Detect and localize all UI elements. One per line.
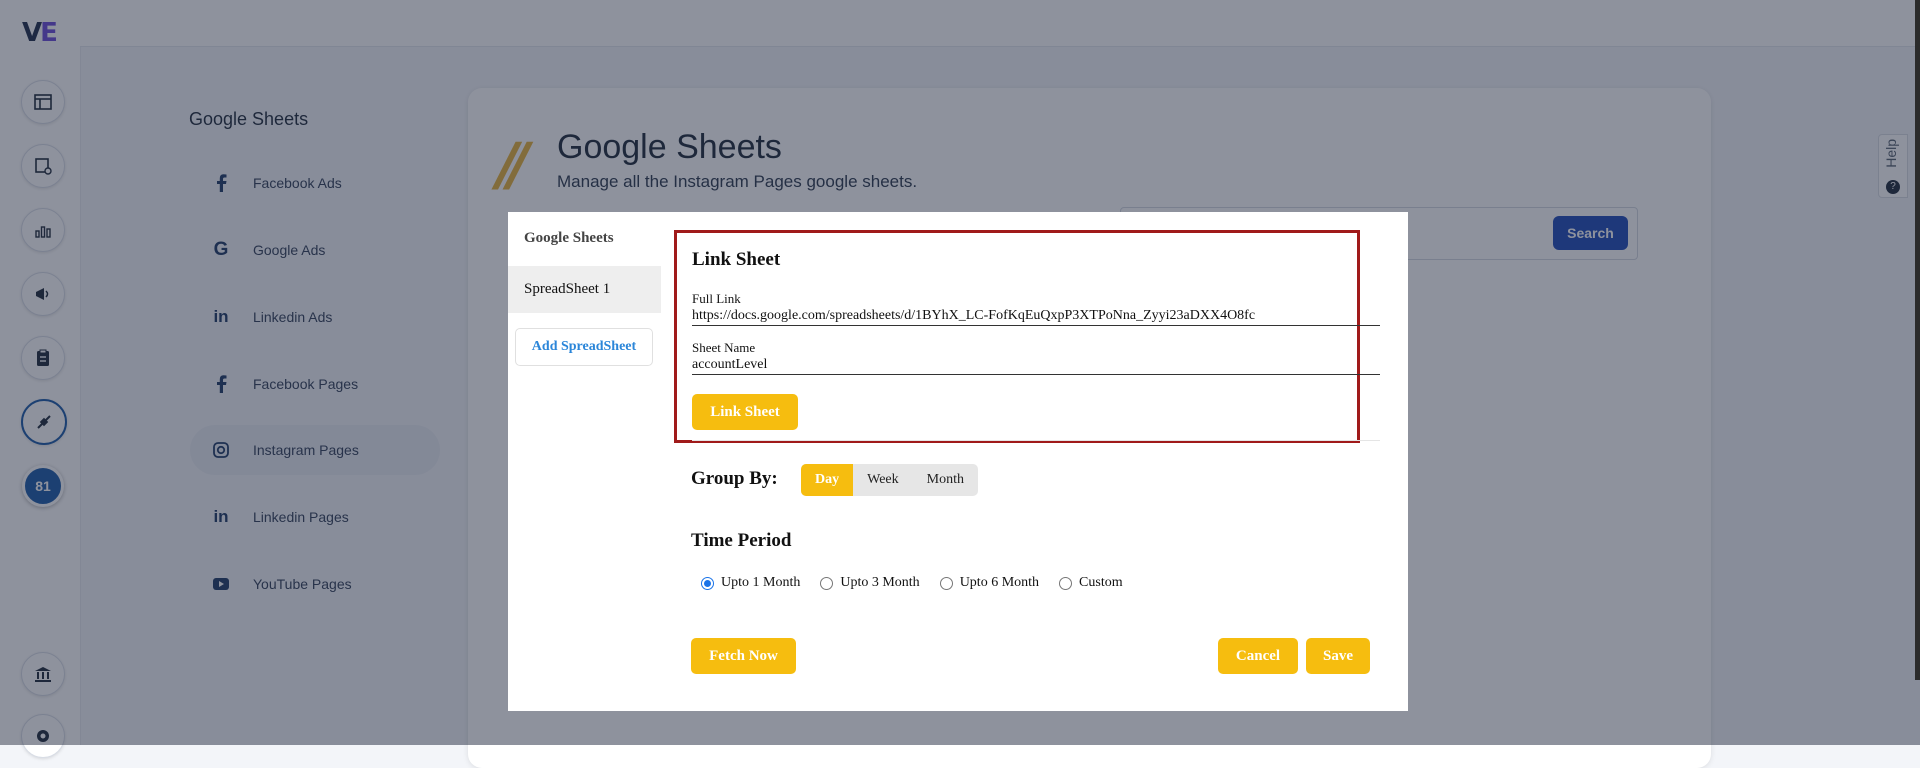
radio-icon[interactable] (939, 576, 953, 590)
modal-left-title: Google Sheets (524, 230, 614, 246)
radio-label: Custom (1079, 575, 1123, 590)
link-sheet-button[interactable]: Link Sheet (692, 394, 798, 430)
radio-icon[interactable] (1059, 576, 1073, 590)
radio-upto-1-month[interactable]: Upto 1 Month (701, 575, 800, 591)
google-sheets-modal: Google Sheets SpreadSheet 1 Add SpreadSh… (508, 212, 1408, 711)
fetch-now-button[interactable]: Fetch Now (691, 638, 796, 674)
time-period-label: Time Period (691, 530, 792, 551)
section-divider (692, 440, 1380, 441)
link-sheet-section: Link Sheet Full Link https://docs.google… (674, 230, 1380, 443)
radio-upto-6-month[interactable]: Upto 6 Month (939, 575, 1040, 591)
link-sheet-title: Link Sheet (692, 249, 781, 270)
radio-custom[interactable]: Custom (1059, 575, 1123, 591)
radio-selected-icon[interactable] (701, 576, 714, 590)
group-by-day[interactable]: Day (801, 464, 854, 496)
full-link-field[interactable]: https://docs.google.com/spreadsheets/d/1… (692, 308, 1380, 326)
sheet-name-field[interactable]: accountLevel (692, 357, 1380, 375)
add-spreadsheet-button[interactable]: Add SpreadSheet (515, 328, 653, 366)
group-by-month[interactable]: Month (913, 464, 978, 496)
spreadsheet-list: Google Sheets SpreadSheet 1 Add SpreadSh… (508, 212, 661, 711)
radio-icon[interactable] (820, 576, 834, 590)
sheet-name-label: Sheet Name (692, 340, 756, 355)
group-by-week[interactable]: Week (853, 464, 913, 496)
time-period-options: Upto 1 Month Upto 3 Month Upto 6 Month C… (701, 575, 1143, 591)
radio-label: Upto 1 Month (721, 575, 801, 590)
radio-upto-3-month[interactable]: Upto 3 Month (820, 575, 920, 591)
save-button[interactable]: Save (1306, 638, 1370, 674)
cancel-button[interactable]: Cancel (1218, 638, 1298, 674)
group-by-label: Group By: (691, 468, 778, 489)
radio-label: Upto 3 Month (840, 575, 920, 590)
group-by-toggle: Day Week Month (801, 464, 978, 496)
page-scrollbar[interactable] (1915, 0, 1920, 680)
full-link-label: Full Link (692, 291, 741, 306)
radio-label: Upto 6 Month (959, 575, 1040, 590)
spreadsheet-item[interactable]: SpreadSheet 1 (508, 266, 661, 313)
